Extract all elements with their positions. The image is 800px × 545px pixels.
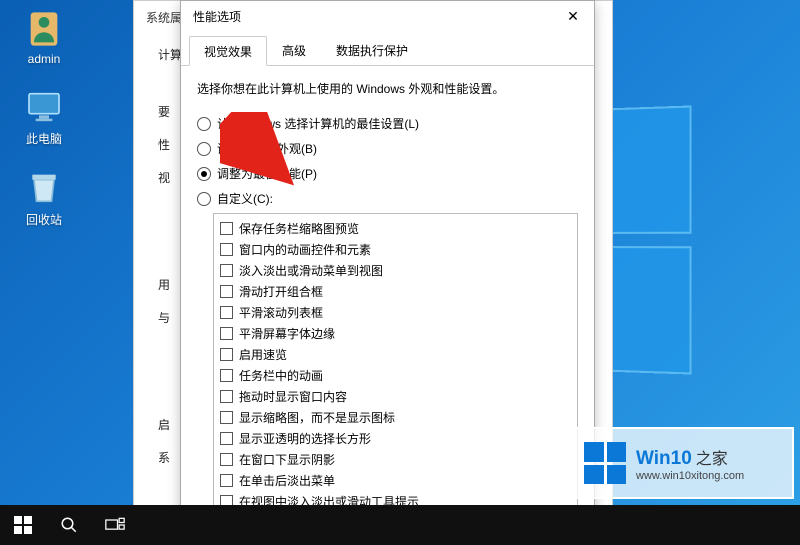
- tab-advanced[interactable]: 高级: [267, 35, 321, 65]
- close-button[interactable]: ✕: [552, 1, 594, 31]
- windows-icon: [14, 516, 32, 534]
- close-icon: ✕: [567, 8, 579, 25]
- checkbox-icon: [220, 243, 233, 256]
- list-item[interactable]: 滑动打开组合框: [220, 281, 571, 302]
- radio-icon: [197, 117, 211, 131]
- radio-label: 调整为最佳外观(B): [217, 140, 317, 157]
- radio-icon: [197, 192, 211, 206]
- desktop-icon-this-pc[interactable]: 此电脑: [6, 86, 82, 147]
- desktop-icon-recycle[interactable]: 回收站: [6, 167, 82, 228]
- checkbox-icon: [220, 222, 233, 235]
- checkbox-icon: [220, 474, 233, 487]
- description-text: 选择你想在此计算机上使用的 Windows 外观和性能设置。: [197, 80, 578, 97]
- dialog-body: 选择你想在此计算机上使用的 Windows 外观和性能设置。 让 Windows…: [181, 66, 594, 544]
- radio-best-performance[interactable]: 调整为最佳性能(P): [197, 165, 578, 182]
- start-button[interactable]: [0, 505, 46, 545]
- performance-options-dialog: 性能选项 ✕ 视觉效果 高级 数据执行保护 选择你想在此计算机上使用的 Wind…: [180, 0, 595, 545]
- list-item[interactable]: 启用速览: [220, 344, 571, 365]
- watermark-logo-icon: [584, 442, 626, 484]
- checkbox-icon: [220, 432, 233, 445]
- radio-group: 让 Windows 选择计算机的最佳设置(L) 调整为最佳外观(B) 调整为最佳…: [197, 115, 578, 207]
- list-item[interactable]: 在窗口下显示阴影: [220, 449, 571, 470]
- watermark-text: Win10 之家 www.win10xitong.com: [636, 445, 744, 482]
- checkbox-icon: [220, 327, 233, 340]
- radio-label: 调整为最佳性能(P): [217, 165, 317, 182]
- desktop-icon-label: admin: [28, 52, 61, 66]
- radio-auto[interactable]: 让 Windows 选择计算机的最佳设置(L): [197, 115, 578, 132]
- recycle-bin-icon: [23, 167, 65, 209]
- radio-icon: [197, 142, 211, 156]
- radio-icon: [197, 167, 211, 181]
- desktop-icon-label: 回收站: [26, 211, 62, 228]
- search-icon: [60, 516, 78, 534]
- list-item[interactable]: 任务栏中的动画: [220, 365, 571, 386]
- list-item[interactable]: 平滑滚动列表框: [220, 302, 571, 323]
- desktop-icon-label: 此电脑: [26, 130, 62, 147]
- radio-best-appearance[interactable]: 调整为最佳外观(B): [197, 140, 578, 157]
- list-item[interactable]: 窗口内的动画控件和元素: [220, 239, 571, 260]
- tab-dep[interactable]: 数据执行保护: [321, 35, 423, 65]
- visual-effects-list[interactable]: 保存任务栏缩略图预览 窗口内的动画控件和元素 淡入淡出或滑动菜单到视图 滑动打开…: [213, 213, 578, 518]
- desktop-icon-user[interactable]: admin: [6, 8, 82, 66]
- list-item[interactable]: 显示亚透明的选择长方形: [220, 428, 571, 449]
- search-button[interactable]: [46, 505, 92, 545]
- titlebar: 性能选项 ✕: [181, 1, 594, 31]
- list-item[interactable]: 在单击后淡出菜单: [220, 470, 571, 491]
- list-item[interactable]: 显示缩略图，而不是显示图标: [220, 407, 571, 428]
- radio-custom[interactable]: 自定义(C):: [197, 190, 578, 207]
- checkbox-icon: [220, 453, 233, 466]
- watermark: Win10 之家 www.win10xitong.com: [572, 427, 794, 499]
- list-item[interactable]: 平滑屏幕字体边缘: [220, 323, 571, 344]
- list-item[interactable]: 拖动时显示窗口内容: [220, 386, 571, 407]
- checkbox-icon: [220, 348, 233, 361]
- tab-visual-effects[interactable]: 视觉效果: [189, 36, 267, 66]
- dialog-title: 性能选项: [193, 8, 241, 25]
- watermark-url: www.win10xitong.com: [636, 470, 744, 482]
- taskbar: [0, 505, 800, 545]
- user-icon: [23, 8, 65, 50]
- checkbox-icon: [220, 306, 233, 319]
- radio-label: 自定义(C):: [217, 190, 273, 207]
- radio-label: 让 Windows 选择计算机的最佳设置(L): [217, 115, 419, 132]
- task-view-button[interactable]: [92, 505, 138, 545]
- checkbox-icon: [220, 369, 233, 382]
- list-item[interactable]: 淡入淡出或滑动菜单到视图: [220, 260, 571, 281]
- checkbox-icon: [220, 285, 233, 298]
- desktop: admin 此电脑 回收站: [0, 0, 88, 236]
- checkbox-icon: [220, 411, 233, 424]
- pc-icon: [23, 86, 65, 128]
- task-view-icon: [105, 517, 125, 533]
- checkbox-icon: [220, 390, 233, 403]
- tabs: 视觉效果 高级 数据执行保护: [181, 31, 594, 66]
- watermark-brand: Win10 之家: [636, 445, 744, 470]
- checkbox-icon: [220, 264, 233, 277]
- list-item[interactable]: 保存任务栏缩略图预览: [220, 218, 571, 239]
